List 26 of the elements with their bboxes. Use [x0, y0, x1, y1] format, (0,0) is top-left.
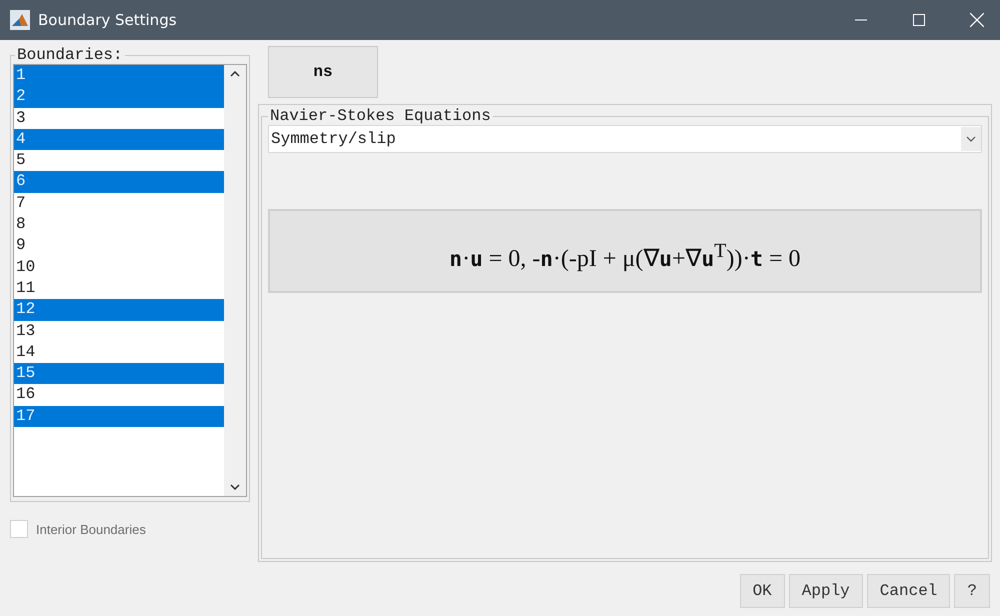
app-icon: [10, 10, 30, 30]
boundary-list[interactable]: 1 2 3 4 5 6 7 8 9 10 11 12 13 14 15 16 17: [13, 64, 247, 497]
dialog-button[interactable]: OK: [740, 574, 785, 608]
chevron-down-icon: [966, 136, 976, 142]
dialog-button[interactable]: Cancel: [866, 574, 950, 608]
scroll-down-icon[interactable]: [230, 484, 240, 490]
list-item[interactable]: 4: [14, 128, 224, 150]
list-item[interactable]: 2: [14, 86, 224, 108]
list-item[interactable]: 17: [14, 406, 224, 428]
list-item[interactable]: 15: [14, 363, 224, 384]
group-label: Navier-Stokes Equations: [269, 107, 492, 125]
group-label: Boundaries:: [16, 46, 124, 64]
maximize-icon: [913, 14, 925, 26]
window-title: Boundary Settings: [38, 11, 178, 29]
dialog-button[interactable]: ?: [954, 574, 990, 608]
checkbox[interactable]: [10, 520, 28, 538]
list-item[interactable]: 6: [14, 171, 224, 193]
list-item[interactable]: 1: [14, 65, 224, 86]
close-icon: [970, 13, 984, 27]
tab[interactable]: ns: [268, 46, 378, 98]
dialog-button[interactable]: Apply: [788, 574, 863, 608]
list-item[interactable]: 12: [14, 299, 224, 321]
scroll-bar[interactable]: [224, 65, 246, 496]
checkbox-label: Interior Boundaries: [36, 522, 146, 536]
condition-dropdown[interactable]: Symmetry/slip: [268, 125, 982, 153]
scroll-up-icon[interactable]: [230, 71, 240, 77]
